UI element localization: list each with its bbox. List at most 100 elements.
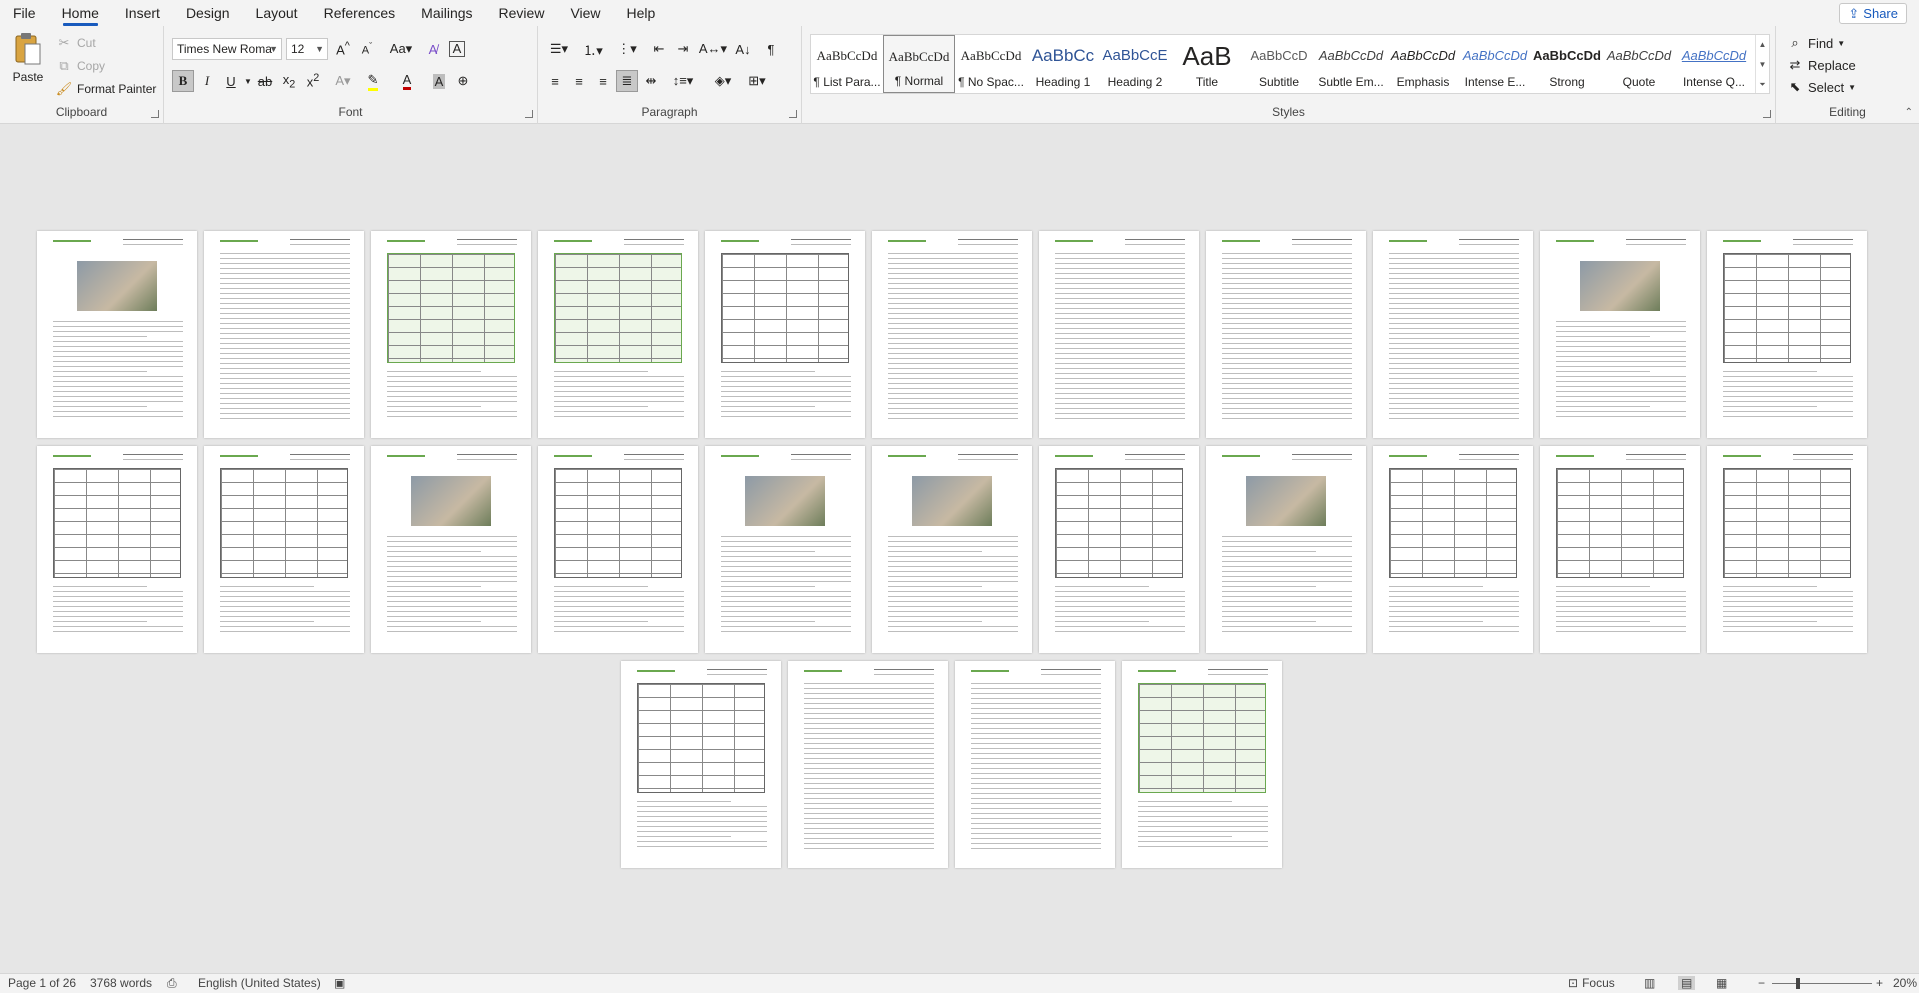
document-canvas[interactable] (0, 125, 1919, 973)
text-effects-box-button[interactable]: A (446, 38, 468, 60)
find-button[interactable]: ⌕ Find ▼ (1786, 34, 1845, 52)
shrink-font-button[interactable]: Aˇ (356, 38, 378, 60)
enclose-characters-button[interactable]: ⊕ (452, 70, 474, 92)
paragraph-launcher-icon[interactable] (789, 110, 797, 118)
select-button[interactable]: ⬉ Select ▼ (1786, 78, 1857, 96)
language-status[interactable]: English (United States) (198, 976, 321, 990)
page-thumbnail[interactable] (1039, 231, 1199, 438)
page-thumbnail[interactable] (204, 231, 364, 438)
styles-launcher-icon[interactable] (1763, 110, 1771, 118)
gallery-more-icon[interactable]: ⏷ (1755, 75, 1769, 93)
menu-help[interactable]: Help (614, 0, 669, 26)
zoom-slider-thumb[interactable] (1796, 978, 1800, 989)
sort-button[interactable]: A↓ (732, 38, 754, 60)
macro-status[interactable]: ▣ (334, 976, 345, 990)
page-thumbnail[interactable] (872, 231, 1032, 438)
page-thumbnail[interactable] (1039, 446, 1199, 653)
bold-button[interactable]: B (172, 70, 194, 92)
multilevel-list-button[interactable]: ⋮▾ (612, 38, 642, 60)
zoom-in-button[interactable]: + (1876, 976, 1883, 990)
style-tile-heading-2[interactable]: AaBbCcE Heading 2 (1099, 35, 1171, 93)
menu-review[interactable]: Review (486, 0, 558, 26)
gallery-scroll-down-icon[interactable]: ▼ (1755, 55, 1769, 75)
zoom-level[interactable]: 20% (1893, 976, 1917, 990)
align-right-button[interactable]: ≡ (592, 70, 614, 92)
italic-button[interactable]: I (196, 70, 218, 92)
page-thumbnail[interactable] (955, 661, 1115, 868)
cut-button[interactable]: ✂ Cut (55, 34, 96, 52)
shading-button[interactable]: A (428, 70, 450, 92)
focus-button[interactable]: ⊡ Focus (1568, 976, 1615, 990)
underline-dropdown[interactable]: ▼ (242, 70, 254, 92)
align-center-button[interactable]: ≡ (568, 70, 590, 92)
word-count[interactable]: 3768 words (90, 976, 152, 990)
highlight-button[interactable]: ✎ (362, 70, 384, 92)
asian-layout-button[interactable]: A↔▾ (698, 38, 728, 60)
style-tile-subtitle[interactable]: AaBbCcD Subtitle (1243, 35, 1315, 93)
line-spacing-button[interactable]: ↕≡▾ (668, 70, 698, 92)
zoom-out-button[interactable]: − (1758, 976, 1765, 990)
clipboard-launcher-icon[interactable] (151, 110, 159, 118)
borders-button[interactable]: ⊞▾ (742, 70, 772, 92)
page-thumbnail[interactable] (371, 231, 531, 438)
page-thumbnail[interactable] (1707, 231, 1867, 438)
change-case-button[interactable]: Aa▾ (386, 38, 416, 60)
page-thumbnail[interactable] (204, 446, 364, 653)
page-thumbnail[interactable] (538, 231, 698, 438)
style-tile-title[interactable]: AaB Title (1171, 35, 1243, 93)
style-tile-emphasis[interactable]: AaBbCcDd Emphasis (1387, 35, 1459, 93)
style-tile-list-paragraph[interactable]: AaBbCcDd ¶ List Para... (811, 35, 883, 93)
style-tile-no-spacing[interactable]: AaBbCcDd ¶ No Spac... (955, 35, 1027, 93)
justify-button[interactable]: ≣ (616, 70, 638, 92)
page-thumbnail[interactable] (1707, 446, 1867, 653)
bullets-button[interactable]: ☰▾ (544, 38, 574, 60)
font-size-combo[interactable]: 12 ▼ (286, 38, 328, 60)
web-layout-button[interactable]: ▦ (1716, 976, 1727, 990)
gallery-scroll-up-icon[interactable]: ▲ (1755, 35, 1769, 55)
proofing-status[interactable]: ⎙ (167, 976, 177, 991)
distributed-button[interactable]: ⇹ (640, 70, 662, 92)
decrease-indent-button[interactable]: ⇤ (648, 38, 670, 60)
menu-layout[interactable]: Layout (243, 0, 311, 26)
page-thumbnail[interactable] (1373, 231, 1533, 438)
subscript-button[interactable]: x2 (278, 70, 300, 92)
page-thumbnail[interactable] (538, 446, 698, 653)
read-mode-button[interactable]: ▥ (1644, 976, 1655, 990)
menu-view[interactable]: View (557, 0, 613, 26)
page-thumbnail[interactable] (705, 231, 865, 438)
style-tile-intense-emphasis[interactable]: AaBbCcDd Intense E... (1459, 35, 1531, 93)
menu-mailings[interactable]: Mailings (408, 0, 485, 26)
numbering-button[interactable]: ⒈▾ (578, 38, 608, 60)
menu-design[interactable]: Design (173, 0, 243, 26)
font-name-combo[interactable]: Times New Roma ▼ (172, 38, 282, 60)
page-thumbnail[interactable] (872, 446, 1032, 653)
font-launcher-icon[interactable] (525, 110, 533, 118)
style-tile-quote[interactable]: AaBbCcDd Quote (1603, 35, 1675, 93)
page-thumbnail[interactable] (621, 661, 781, 868)
page-thumbnail[interactable] (37, 446, 197, 653)
collapse-ribbon-icon[interactable]: ⌃ (1905, 107, 1913, 118)
style-tile-heading-1[interactable]: AaBbCc Heading 1 (1027, 35, 1099, 93)
page-thumbnail[interactable] (705, 446, 865, 653)
copy-button[interactable]: ⧉ Copy (55, 57, 105, 75)
page-thumbnail[interactable] (37, 231, 197, 438)
paragraph-shading-button[interactable]: ◈▾ (708, 70, 738, 92)
font-color-button[interactable]: A (396, 70, 418, 92)
paste-button[interactable]: Paste (8, 32, 48, 84)
menu-insert[interactable]: Insert (112, 0, 173, 26)
page-info[interactable]: Page 1 of 26 (8, 976, 76, 990)
clear-formatting-button[interactable]: A̸ (422, 38, 444, 60)
style-tile-normal[interactable]: AaBbCcDd ¶ Normal (883, 35, 955, 93)
show-formatting-button[interactable]: ¶ (760, 38, 782, 60)
menu-references[interactable]: References (311, 0, 409, 26)
superscript-button[interactable]: x2 (302, 70, 324, 92)
page-thumbnail[interactable] (1206, 231, 1366, 438)
underline-button[interactable]: U (220, 70, 242, 92)
increase-indent-button[interactable]: ⇥ (672, 38, 694, 60)
page-thumbnail[interactable] (1206, 446, 1366, 653)
style-tile-subtle-emphasis[interactable]: AaBbCcDd Subtle Em... (1315, 35, 1387, 93)
page-thumbnail[interactable] (1122, 661, 1282, 868)
page-thumbnail[interactable] (788, 661, 948, 868)
style-tile-strong[interactable]: AaBbCcDd Strong (1531, 35, 1603, 93)
grow-font-button[interactable]: A^ (332, 38, 354, 60)
